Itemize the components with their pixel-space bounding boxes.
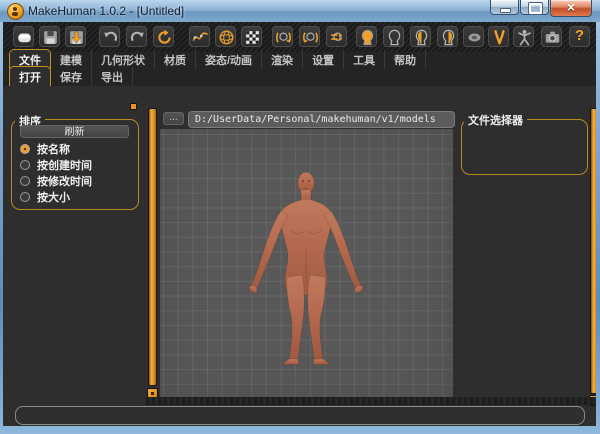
app-logo-icon [7, 3, 24, 20]
minimize-button[interactable] [490, 0, 519, 15]
front-view-button[interactable] [356, 26, 377, 47]
top-view-icon [465, 28, 484, 47]
radio-icon[interactable] [20, 144, 30, 154]
radio-icon[interactable] [20, 160, 30, 170]
wireframe-button[interactable] [215, 26, 236, 47]
maximize-button[interactable] [520, 0, 549, 15]
tab-export[interactable]: 导出 [92, 67, 133, 86]
sort-option-label: 按大小 [37, 189, 70, 205]
reset-icon [155, 28, 174, 47]
help-icon: ? [570, 27, 589, 44]
sort-option-size[interactable]: 按大小 [20, 191, 70, 203]
left-view-icon [412, 28, 431, 47]
sort-option-modified[interactable]: 按修改时间 [20, 175, 92, 187]
undo-icon [101, 28, 120, 47]
main-area: 排序 刷新 按名称 按创建时间 按修改时间 按大小 ... D:/UserDat… [3, 86, 596, 426]
file-chooser-title: 文件选择器 [464, 112, 527, 128]
help-button[interactable]: ? [569, 26, 590, 47]
wireframe-icon [217, 28, 236, 47]
close-icon: × [551, 0, 591, 15]
radio-icon[interactable] [20, 192, 30, 202]
makehuman-window: MakeHuman 1.0.2 - [Untitled] × [0, 0, 600, 434]
orbit-left-button[interactable] [299, 26, 320, 47]
new-file-icon [15, 28, 34, 47]
redo-button[interactable] [126, 26, 147, 47]
tab-help[interactable]: 帮助 [385, 50, 426, 69]
viewport-3d[interactable] [160, 129, 453, 397]
sort-option-label: 按修改时间 [37, 173, 92, 189]
human-model [160, 129, 453, 397]
redo-icon [128, 28, 147, 47]
top-view-button[interactable] [463, 26, 484, 47]
orbit-right-icon [274, 28, 293, 47]
pose-button[interactable] [513, 26, 534, 47]
orbit-reset-icon [328, 28, 347, 47]
tab-materials[interactable]: 材质 [155, 50, 196, 69]
left-view-button[interactable] [410, 26, 431, 47]
sort-option-label: 按名称 [37, 141, 70, 157]
maximize-icon [529, 3, 542, 14]
tab-save[interactable]: 保存 [51, 67, 92, 86]
tab-rendering[interactable]: 渲染 [262, 50, 303, 69]
pose-icon [515, 28, 534, 47]
filename-input[interactable] [15, 406, 585, 425]
grab-icon [490, 28, 509, 47]
sort-option-created[interactable]: 按创建时间 [20, 159, 92, 171]
smooth-button[interactable] [189, 26, 210, 47]
orbit-right-button[interactable] [272, 26, 293, 47]
right-view-button[interactable] [437, 26, 458, 47]
minimize-icon [500, 8, 511, 13]
orbit-left-icon [301, 28, 320, 47]
close-button[interactable]: × [550, 0, 592, 17]
window-title: MakeHuman 1.0.2 - [Untitled] [28, 4, 184, 18]
undo-button[interactable] [99, 26, 120, 47]
client-area: ? 文件 建模 几何形状 材质 姿态/动画 渲染 设置 工具 帮助 打开 保存 … [3, 22, 596, 426]
tab-pose-animate[interactable]: 姿态/动画 [196, 50, 262, 69]
smooth-icon [191, 28, 210, 47]
left-panel-scrollbar[interactable] [148, 108, 157, 386]
background-button[interactable] [241, 26, 262, 47]
browse-button[interactable]: ... [163, 112, 184, 125]
background-icon [243, 28, 262, 47]
back-view-icon [385, 28, 404, 47]
save-button[interactable] [39, 26, 60, 47]
orbit-reset-button[interactable] [326, 26, 347, 47]
reset-button[interactable] [153, 26, 174, 47]
path-field[interactable]: D:/UserData/Personal/makehuman/v1/models [188, 111, 455, 128]
sub-tab-bar: 打开 保存 导出 [3, 69, 596, 86]
radio-icon[interactable] [20, 176, 30, 186]
tab-settings[interactable]: 设置 [303, 50, 344, 69]
horizontal-scrollbar[interactable] [146, 397, 596, 405]
screenshot-icon [543, 28, 562, 47]
new-file-button[interactable] [13, 26, 34, 47]
toolbar: ? [3, 22, 596, 52]
right-panel-scrollbar[interactable] [590, 108, 596, 394]
right-view-icon [439, 28, 458, 47]
screenshot-button[interactable] [541, 26, 562, 47]
back-view-button[interactable] [383, 26, 404, 47]
front-view-icon [358, 28, 377, 47]
sort-option-name[interactable]: 按名称 [20, 143, 70, 155]
load-icon [67, 28, 86, 47]
save-icon [41, 28, 60, 47]
tab-utilities[interactable]: 工具 [344, 50, 385, 69]
titlebar[interactable]: MakeHuman 1.0.2 - [Untitled] × [0, 0, 600, 22]
refresh-button[interactable]: 刷新 [20, 125, 129, 138]
tab-load[interactable]: 打开 [9, 66, 51, 86]
grab-button[interactable] [488, 26, 509, 47]
sort-option-label: 按创建时间 [37, 157, 92, 173]
load-button[interactable] [65, 26, 86, 47]
tab-scroll-marker[interactable] [130, 103, 137, 110]
